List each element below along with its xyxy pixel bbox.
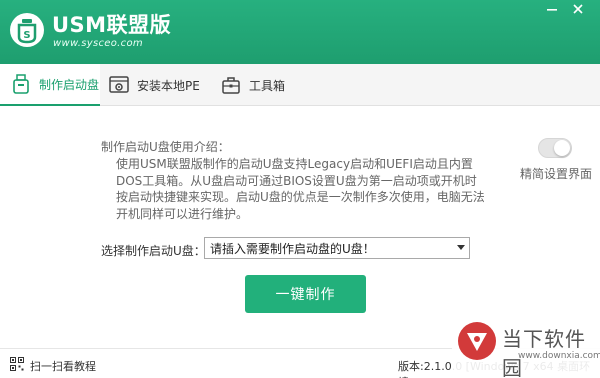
install-gear-icon (109, 76, 129, 93)
title-bar: S USM联盟版 www.sysceo.com (0, 0, 600, 64)
intro-body: 使用USM联盟版制作的启动U盘支持Legacy启动和UEFI启动且内置DOS工具… (116, 157, 485, 221)
simple-mode-label: 精简设置界面 (520, 167, 593, 181)
select-value: 请插入需要制作启动盘的U盘！ (210, 241, 375, 256)
tab-install-local-pe[interactable]: 安装本地PE (104, 64, 214, 106)
dropdown-arrow-icon (457, 245, 465, 250)
close-icon (573, 4, 583, 14)
usb-drive-select[interactable]: 请插入需要制作启动盘的U盘！ (204, 237, 470, 259)
tab-label: 安装本地PE (137, 78, 200, 93)
close-button[interactable] (566, 0, 590, 18)
toolbox-icon (222, 77, 240, 94)
downxia-logo-icon (458, 322, 496, 360)
scan-tutorial-link[interactable]: 扫一扫看教程 (30, 358, 96, 374)
svg-text:S: S (23, 30, 30, 41)
intro-title: 制作启动U盘使用介绍： (101, 140, 230, 154)
usm-logo-icon: S (10, 13, 44, 47)
app-url: www.sysceo.com (53, 38, 143, 49)
toggle-knob (554, 140, 570, 156)
minimize-icon (547, 9, 557, 11)
tab-label: 工具箱 (249, 78, 286, 93)
tab-label: 制作启动盘 (39, 77, 100, 92)
app-title: USM联盟版 (52, 13, 172, 37)
tab-make-boot-disk[interactable]: 制作启动盘 (0, 64, 100, 106)
watermark-url: www.downxia.com (518, 351, 600, 361)
minimize-button[interactable] (540, 0, 564, 18)
usb-drive-icon (13, 74, 29, 94)
qr-code-icon (10, 357, 24, 371)
tab-toolbox[interactable]: 工具箱 (216, 64, 306, 106)
tab-bar: 制作启动盘 安装本地PE 工具箱 (0, 64, 600, 106)
select-drive-label: 选择制作启动U盘： (101, 244, 206, 258)
watermark: 当下软件园 www.downxia.com (452, 313, 600, 378)
make-boot-disk-button[interactable]: 一键制作 (245, 275, 366, 313)
simple-mode-toggle[interactable] (538, 138, 572, 158)
